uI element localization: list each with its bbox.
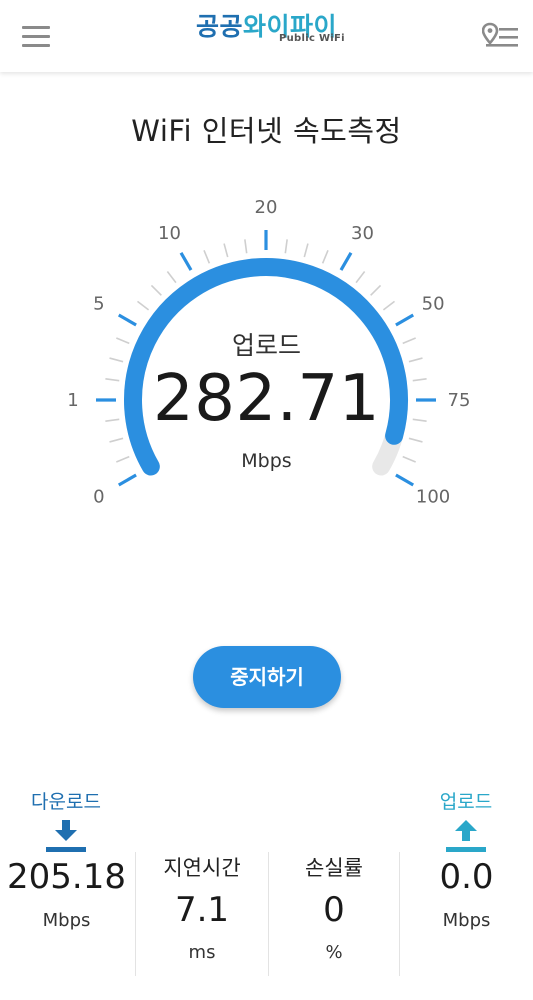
gauge-scale-label: 10 bbox=[158, 223, 181, 244]
gauge-scale-label: 100 bbox=[416, 487, 450, 508]
gauge-minor-tick bbox=[303, 243, 309, 258]
app-logo: 공공와이파이 bbox=[0, 12, 533, 42]
download-arrow-icon bbox=[45, 818, 87, 854]
latency-label: 지연시간 bbox=[163, 856, 241, 880]
gauge-caption: 업로드 bbox=[231, 331, 301, 360]
gauge-minor-tick bbox=[203, 250, 211, 264]
loss-unit: % bbox=[325, 942, 343, 963]
upload-value: 0.0 bbox=[439, 857, 494, 897]
page-title: WiFi 인터넷 속도측정 bbox=[131, 114, 402, 148]
gauge-minor-tick bbox=[109, 437, 124, 443]
gauge-minor-tick bbox=[166, 270, 177, 284]
download-label: 다운로드 bbox=[31, 791, 101, 813]
gauge-major-tick bbox=[339, 251, 353, 271]
latency-value: 7.1 bbox=[174, 890, 230, 930]
gauge-major-tick bbox=[117, 473, 137, 487]
gauge-minor-tick bbox=[150, 284, 162, 296]
gauge-scale-label: 0 bbox=[93, 487, 104, 508]
gauge-minor-tick bbox=[382, 300, 396, 311]
upload-arrow-icon bbox=[445, 818, 487, 854]
logo-text-part1: 공공 bbox=[195, 12, 243, 41]
gauge-minor-tick bbox=[284, 239, 288, 254]
download-unit: Mbps bbox=[42, 910, 91, 931]
gauge-scale-label: 30 bbox=[351, 223, 374, 244]
gauge-scale-label: 5 bbox=[93, 294, 104, 315]
upload-label: 업로드 bbox=[439, 791, 493, 813]
loss-value: 0 bbox=[323, 890, 345, 930]
gauge-scale-label: 50 bbox=[422, 294, 445, 315]
gauge-minor-tick bbox=[223, 243, 229, 258]
location-list-icon[interactable] bbox=[481, 22, 520, 52]
gauge-major-tick bbox=[117, 313, 137, 327]
logo-subtitle: Public WiFi bbox=[279, 33, 345, 44]
gauge-speed-value: 282.71 bbox=[153, 362, 380, 436]
gauge-minor-tick bbox=[244, 239, 248, 254]
gauge-minor-tick bbox=[136, 300, 150, 311]
gauge-scale-label: 20 bbox=[255, 197, 278, 218]
stop-button[interactable]: 중지하기 bbox=[193, 646, 341, 708]
speed-gauge: 0 1 5 10 20 30 50 75 100 업로드 282.71 Mbps bbox=[0, 190, 533, 530]
gauge-minor-tick bbox=[355, 270, 366, 284]
loss-label: 손실률 bbox=[305, 856, 363, 880]
gauge-major-tick bbox=[395, 313, 415, 327]
gauge-speed-unit: Mbps bbox=[241, 450, 292, 472]
app-header: 공공와이파이 Public WiFi bbox=[0, 0, 533, 72]
gauge-major-tick bbox=[179, 251, 193, 271]
gauge-minor-tick bbox=[321, 250, 329, 264]
download-value: 205.18 bbox=[7, 857, 126, 897]
app-screen: 공공와이파이 Public WiFi WiFi 인터넷 속도측정 0 1 5 10 20… bbox=[0, 0, 533, 1000]
gauge-minor-tick bbox=[370, 284, 382, 296]
gauge-major-tick bbox=[395, 473, 415, 487]
gauge-minor-tick bbox=[408, 437, 423, 443]
upload-unit: Mbps bbox=[442, 910, 491, 931]
latency-unit: ms bbox=[188, 942, 216, 963]
